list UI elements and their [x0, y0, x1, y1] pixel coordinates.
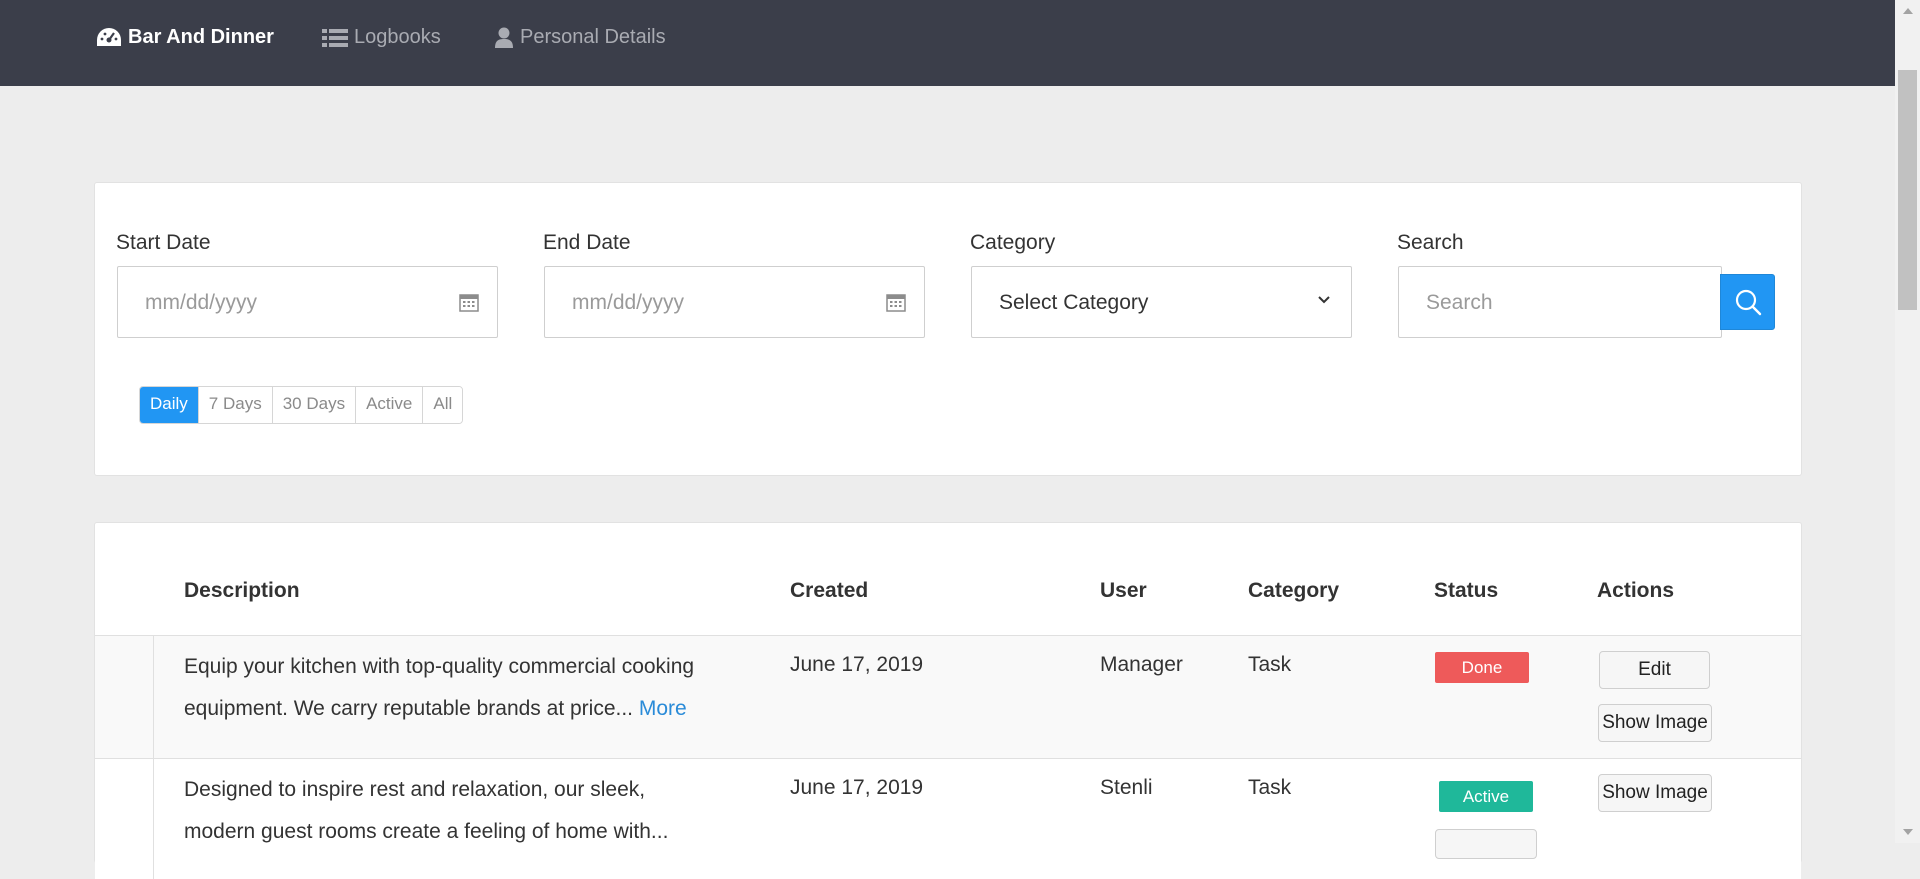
filter-panel: Start Date mm/dd/yyyy End Date mm/dd/yyy… — [94, 182, 1802, 476]
dashboard-gauge-icon — [97, 27, 121, 46]
more-link[interactable]: More — [639, 697, 687, 720]
end-date-input[interactable]: mm/dd/yyyy — [544, 266, 925, 338]
category-label: Category — [970, 231, 1056, 254]
date-range-toggle-group: Daily 7 Days 30 Days Active All — [139, 386, 464, 424]
search-button[interactable] — [1720, 274, 1775, 330]
row-created: June 17, 2019 — [790, 776, 924, 799]
range-7-days-button[interactable]: 7 Days — [197, 387, 272, 423]
column-header-status: Status — [1434, 579, 1499, 602]
scroll-thumb[interactable] — [1898, 70, 1917, 310]
show-image-button[interactable]: Show Image — [1598, 704, 1712, 742]
row-gutter — [153, 759, 154, 879]
list-icon — [322, 28, 348, 47]
search-placeholder: Search — [1426, 291, 1493, 314]
row-description: Designed to inspire rest and relaxation,… — [184, 769, 714, 853]
start-date-label: Start Date — [116, 231, 211, 254]
show-image-button[interactable]: Show Image — [1598, 774, 1712, 812]
end-date-label: End Date — [543, 231, 631, 254]
scroll-up-arrow-icon[interactable] — [1903, 8, 1913, 14]
user-icon — [495, 27, 513, 48]
column-header-actions: Actions — [1597, 579, 1675, 602]
row-description-text: Designed to inspire rest and relaxation,… — [184, 778, 669, 843]
table-row: Designed to inspire rest and relaxation,… — [95, 758, 1801, 879]
row-user: Stenli — [1100, 776, 1153, 799]
end-date-placeholder: mm/dd/yyyy — [572, 291, 685, 314]
scroll-down-arrow-icon[interactable] — [1903, 829, 1913, 835]
row-category: Task — [1248, 653, 1292, 676]
range-active-button[interactable]: Active — [355, 387, 423, 423]
nav-logbooks-label: Logbooks — [354, 26, 441, 48]
nav-brand-link[interactable]: Bar And Dinner — [96, 26, 274, 49]
search-icon — [1735, 289, 1761, 316]
chevron-down-icon — [1318, 296, 1330, 304]
row-user: Manager — [1100, 653, 1183, 676]
row-gutter — [153, 636, 154, 758]
nav-personal-details-label: Personal Details — [520, 26, 666, 48]
search-input[interactable]: Search — [1398, 266, 1722, 338]
row-description-text: Equip your kitchen with top-quality comm… — [184, 655, 695, 720]
range-all-button[interactable]: All — [422, 387, 463, 423]
range-daily-button[interactable]: Daily — [140, 387, 198, 423]
column-header-created: Created — [790, 579, 869, 602]
column-header-user: User — [1100, 579, 1147, 602]
status-badge: Active — [1439, 781, 1533, 812]
row-description: Equip your kitchen with top-quality comm… — [184, 646, 754, 730]
nav-logbooks-link[interactable]: Logbooks — [322, 26, 441, 49]
page-scrollbar[interactable] — [1895, 0, 1920, 843]
nav-personal-details-link[interactable]: Personal Details — [494, 26, 666, 49]
row-created: June 17, 2019 — [790, 653, 924, 676]
start-date-placeholder: mm/dd/yyyy — [145, 291, 258, 314]
top-navbar: Bar And Dinner Logbooks Personal Details — [0, 0, 1895, 86]
row-category: Task — [1248, 776, 1292, 799]
category-selected-value: Select Category — [999, 291, 1149, 314]
table-row: Equip your kitchen with top-quality comm… — [95, 635, 1801, 758]
calendar-icon[interactable] — [459, 292, 479, 312]
logbook-table: Description Created User Category Status… — [94, 522, 1802, 879]
search-label: Search — [1397, 231, 1464, 254]
status-badge: Done — [1435, 652, 1529, 683]
start-date-input[interactable]: mm/dd/yyyy — [117, 266, 498, 338]
calendar-icon[interactable] — [886, 292, 906, 312]
edit-button[interactable]: Edit — [1599, 651, 1710, 689]
column-header-category: Category — [1248, 579, 1340, 602]
nav-brand-label: Bar And Dinner — [128, 26, 274, 48]
category-select[interactable]: Select Category — [971, 266, 1352, 338]
range-30-days-button[interactable]: 30 Days — [271, 387, 356, 423]
column-header-description: Description — [184, 579, 300, 602]
row-action-button-partial[interactable] — [1435, 829, 1537, 859]
